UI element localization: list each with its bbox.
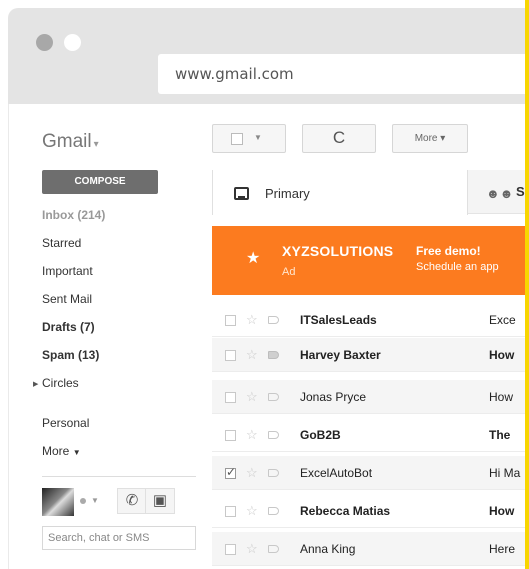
refresh-icon: C [332,128,346,147]
people-icon[interactable]: ☻☻ [486,186,513,201]
chevron-down-icon: ▾ [440,133,446,144]
email-row[interactable]: ☆ GoB2B The [212,418,529,452]
email-checkbox[interactable] [225,430,236,441]
email-sender: GoB2B [300,428,341,442]
star-icon: ★ [246,250,261,267]
ad-tag: Ad [282,266,296,278]
email-row[interactable]: ☆ Jonas Pryce How [212,380,529,414]
email-checkbox[interactable] [225,350,236,361]
star-icon[interactable]: ☆ [246,427,258,443]
sidebar-item-sent[interactable]: Sent Mail [42,292,92,306]
video-camera-icon: ▣ [152,492,168,509]
sidebar-item-more[interactable]: More ▼ [42,444,81,458]
more-actions-button[interactable]: More ▾ [392,124,468,153]
ad-brand: XYZSOLUTIONS [282,243,394,259]
compose-button[interactable]: COMPOSE [42,170,158,194]
address-bar-url: www.gmail.com [175,65,294,83]
email-row[interactable]: ☆ Anna King Here [212,532,529,566]
video-call-button[interactable]: ▣ [145,488,175,514]
importance-marker-icon[interactable] [268,507,279,515]
sidebar-item-spam[interactable]: Spam (13) [42,348,99,362]
phone-call-button[interactable]: ✆ [117,488,147,514]
select-all-button[interactable]: ▼ [212,124,286,153]
star-icon[interactable]: ☆ [246,347,258,363]
email-subject: Here [489,542,516,556]
email-subject: How [489,348,515,362]
gmail-logo[interactable]: Gmail ▾ [42,131,99,153]
window-close-dot[interactable] [36,34,53,51]
importance-marker-icon[interactable] [268,469,279,477]
sidebar-item-personal[interactable]: Personal [42,416,89,430]
gmail-logo-text: Gmail [42,131,92,152]
phone-icon: ✆ [125,492,139,509]
star-icon[interactable]: ☆ [246,312,258,328]
expand-arrow-icon[interactable]: ▶ [33,380,38,388]
tab-social-label[interactable]: S [516,184,525,199]
chevron-down-icon: ▾ [93,139,99,150]
email-sender: ExcelAutoBot [300,466,373,480]
email-subject: The [489,428,511,442]
avatar[interactable] [42,488,74,516]
window-minimize-dot[interactable] [64,34,81,51]
email-checkbox[interactable] [225,315,236,326]
sidebar-item-drafts[interactable]: Drafts (7) [42,320,95,334]
email-row[interactable]: ☆ Harvey Baxter How [212,338,529,372]
email-sender: Harvey Baxter [300,348,381,362]
importance-marker-icon[interactable] [268,316,279,324]
email-row[interactable]: ☆ Rebecca Matias How [212,494,529,528]
browser-window-chrome: www.gmail.com [8,8,529,104]
email-checkbox[interactable] [225,392,236,403]
star-icon[interactable]: ☆ [246,541,258,557]
email-sender: Anna King [300,542,356,556]
email-checkbox[interactable] [225,506,236,517]
more-actions-label: More [414,133,438,144]
presence-status-icon[interactable] [80,498,86,504]
email-row[interactable]: ☆ ExcelAutoBot Hi Ma [212,456,529,490]
email-sender: ITSalesLeads [300,313,377,327]
sidebar-item-inbox[interactable]: Inbox (214) [42,208,105,222]
email-checkbox[interactable] [225,465,236,479]
refresh-button[interactable]: C [302,124,376,153]
chevron-down-icon: ▼ [72,448,81,457]
email-sender: Jonas Pryce [300,390,367,404]
tab-primary-label: Primary [265,186,310,201]
email-subject: Exce [489,313,516,327]
inbox-icon [234,187,249,200]
email-subject: How [489,504,515,518]
sidebar-divider [42,476,196,477]
chat-search-input[interactable] [42,526,196,550]
highlight-bar [525,0,529,569]
star-icon[interactable]: ☆ [246,503,258,519]
sidebar-item-circles[interactable]: Circles [42,376,79,390]
importance-marker-icon[interactable] [268,393,279,401]
importance-marker-icon[interactable] [268,351,279,359]
sidebar-item-starred[interactable]: Starred [42,236,81,250]
importance-marker-icon[interactable] [268,431,279,439]
email-checkbox[interactable] [225,544,236,555]
ad-subline: Schedule an app [416,261,499,273]
ad-headline: Free demo! [416,244,481,258]
email-row[interactable]: ☆ ITSalesLeads Exce [212,303,529,337]
email-subject: Hi Ma [489,466,521,480]
importance-marker-icon[interactable] [268,545,279,553]
sidebar-more-label: More [42,444,70,458]
tab-primary[interactable]: Primary [212,170,468,215]
address-bar[interactable]: www.gmail.com [158,54,529,94]
email-subject: How [489,390,514,404]
sidebar-item-important[interactable]: Important [42,264,93,278]
chevron-down-icon: ▼ [254,133,262,142]
promo-ad-banner[interactable]: ★ XYZSOLUTIONS Ad Free demo! Schedule an… [212,226,529,295]
star-icon[interactable]: ☆ [246,465,258,481]
star-icon[interactable]: ☆ [246,389,258,405]
email-sender: Rebecca Matias [300,504,391,518]
checkbox-icon [231,133,243,145]
chevron-down-icon[interactable]: ▼ [91,496,99,505]
